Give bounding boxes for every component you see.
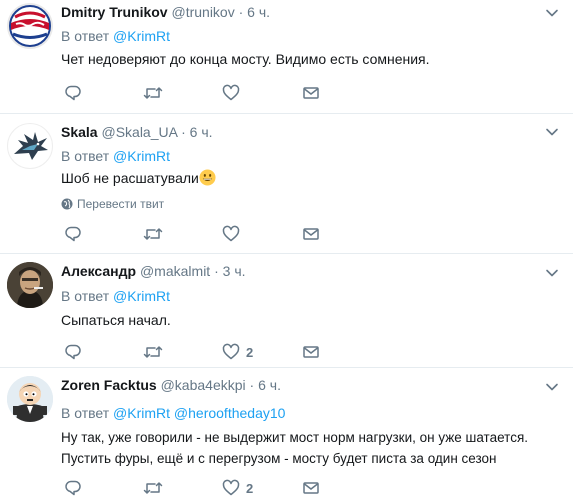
translate-label[interactable]: Перевести твит — [77, 196, 164, 212]
author-handle[interactable]: @Skala_UA — [101, 124, 177, 140]
timestamp[interactable]: 6 ч. — [258, 377, 281, 393]
reply-prefix: В ответ — [61, 148, 110, 164]
heart-icon — [222, 343, 240, 360]
translate-link[interactable]: Перевести твит — [61, 196, 164, 212]
reply-icon — [65, 344, 81, 360]
retweet-icon — [143, 228, 163, 240]
reply-prefix: В ответ — [61, 405, 110, 421]
reply-prefix: В ответ — [61, 288, 110, 304]
author-name[interactable]: Dmitry Trunikov — [61, 4, 168, 20]
heart-icon — [222, 84, 240, 101]
chevron-down-icon[interactable] — [545, 125, 559, 139]
chevron-down-icon[interactable] — [545, 266, 559, 280]
tweet-text: Сыпаться начал. — [61, 312, 171, 328]
avatar[interactable] — [7, 376, 53, 422]
globe-icon — [61, 198, 73, 210]
author-name[interactable]: Skala — [61, 124, 98, 140]
tweet-text-row: Шоб не расшатували — [61, 168, 561, 189]
retweet-button[interactable] — [143, 83, 163, 103]
retweet-button[interactable] — [143, 478, 163, 498]
mention-link[interactable]: @KrimRt — [113, 405, 170, 421]
tweet-text: Шоб не расшатували — [61, 170, 199, 186]
envelope-icon — [303, 482, 319, 494]
mention-link[interactable]: @herooftheday10 — [174, 405, 286, 421]
separator-dot: · — [214, 263, 219, 279]
reply-button[interactable] — [64, 478, 82, 498]
timestamp[interactable]: 6 ч. — [190, 124, 213, 140]
tweet-actions: 2 — [61, 342, 361, 362]
tweet-text: Чет недоверяют до конца мосту. Видимо ес… — [61, 51, 430, 67]
tweet-1[interactable]: Dmitry Trunikov @trunikov · 6 ч. В ответ… — [0, 0, 573, 114]
heart-icon — [222, 225, 240, 242]
mention-link[interactable]: @KrimRt — [113, 148, 170, 164]
retweet-icon — [143, 482, 163, 494]
tweet-2[interactable]: Skala @Skala_UA · 6 ч. В ответ @KrimRt Ш… — [0, 114, 573, 254]
separator-dot: · — [249, 377, 255, 393]
envelope-icon — [303, 228, 319, 240]
timestamp[interactable]: 3 ч. — [223, 263, 246, 279]
tweet-text: Ну так, уже говорили - не выдержит мост … — [61, 430, 529, 466]
tweet-3[interactable]: Александр @makalmit · 3 ч. В ответ @Krim… — [0, 254, 573, 368]
retweet-button[interactable] — [143, 342, 163, 362]
message-button[interactable] — [302, 478, 320, 498]
reply-context: В ответ @KrimRt @herooftheday10 — [61, 404, 285, 422]
reply-button[interactable] — [64, 83, 82, 103]
author-handle[interactable]: @makalmit — [140, 263, 210, 279]
reply-prefix: В ответ — [61, 28, 110, 44]
retweet-icon — [143, 87, 163, 99]
cartoon-character-icon — [7, 376, 53, 422]
like-button[interactable]: 2 — [222, 478, 253, 498]
reply-icon — [65, 480, 81, 496]
avatar[interactable] — [7, 3, 53, 49]
retweet-icon — [143, 346, 163, 358]
chevron-down-icon[interactable] — [545, 380, 559, 394]
heart-icon — [222, 479, 240, 496]
envelope-icon — [303, 87, 319, 99]
like-button[interactable]: 2 — [222, 342, 253, 362]
reply-context: В ответ @KrimRt — [61, 147, 170, 165]
man-smoking-photo-icon — [7, 262, 53, 308]
author-name[interactable]: Александр — [61, 263, 136, 279]
like-count: 2 — [246, 344, 254, 360]
reply-button[interactable] — [64, 342, 82, 362]
avatar[interactable] — [7, 123, 53, 169]
mention-link[interactable]: @KrimRt — [113, 28, 170, 44]
reply-context: В ответ @KrimRt — [61, 287, 170, 305]
pepsi-cola-logo-icon — [7, 3, 53, 49]
timestamp[interactable]: 6 ч. — [247, 4, 270, 20]
reply-button[interactable] — [64, 224, 82, 244]
grinning-face-emoji-icon — [199, 169, 216, 186]
reply-context: В ответ @KrimRt — [61, 27, 170, 45]
envelope-icon — [303, 346, 319, 358]
message-button[interactable] — [302, 342, 320, 362]
author-handle[interactable]: @kaba4ekkpi — [161, 377, 246, 393]
separator-dot: · — [238, 4, 244, 20]
message-button[interactable] — [302, 224, 320, 244]
author-handle[interactable]: @trunikov — [171, 4, 234, 20]
separator-dot: · — [181, 124, 186, 140]
tweet-actions — [61, 83, 361, 103]
like-count: 2 — [246, 480, 254, 496]
message-button[interactable] — [302, 83, 320, 103]
reply-icon — [65, 85, 81, 101]
tweet-actions — [61, 224, 361, 244]
retweet-button[interactable] — [143, 224, 163, 244]
mention-link[interactable]: @KrimRt — [113, 288, 170, 304]
reply-icon — [65, 226, 81, 242]
avatar[interactable] — [7, 262, 53, 308]
tweet-4[interactable]: Zoren Facktus @kaba4ekkpi · 6 ч. В ответ… — [0, 368, 573, 500]
author-name[interactable]: Zoren Facktus — [61, 377, 157, 393]
like-button[interactable] — [222, 224, 246, 244]
eagle-logo-icon — [14, 132, 48, 160]
chevron-down-icon[interactable] — [545, 6, 559, 20]
like-button[interactable] — [222, 83, 246, 103]
tweet-actions: 2 — [61, 478, 361, 498]
